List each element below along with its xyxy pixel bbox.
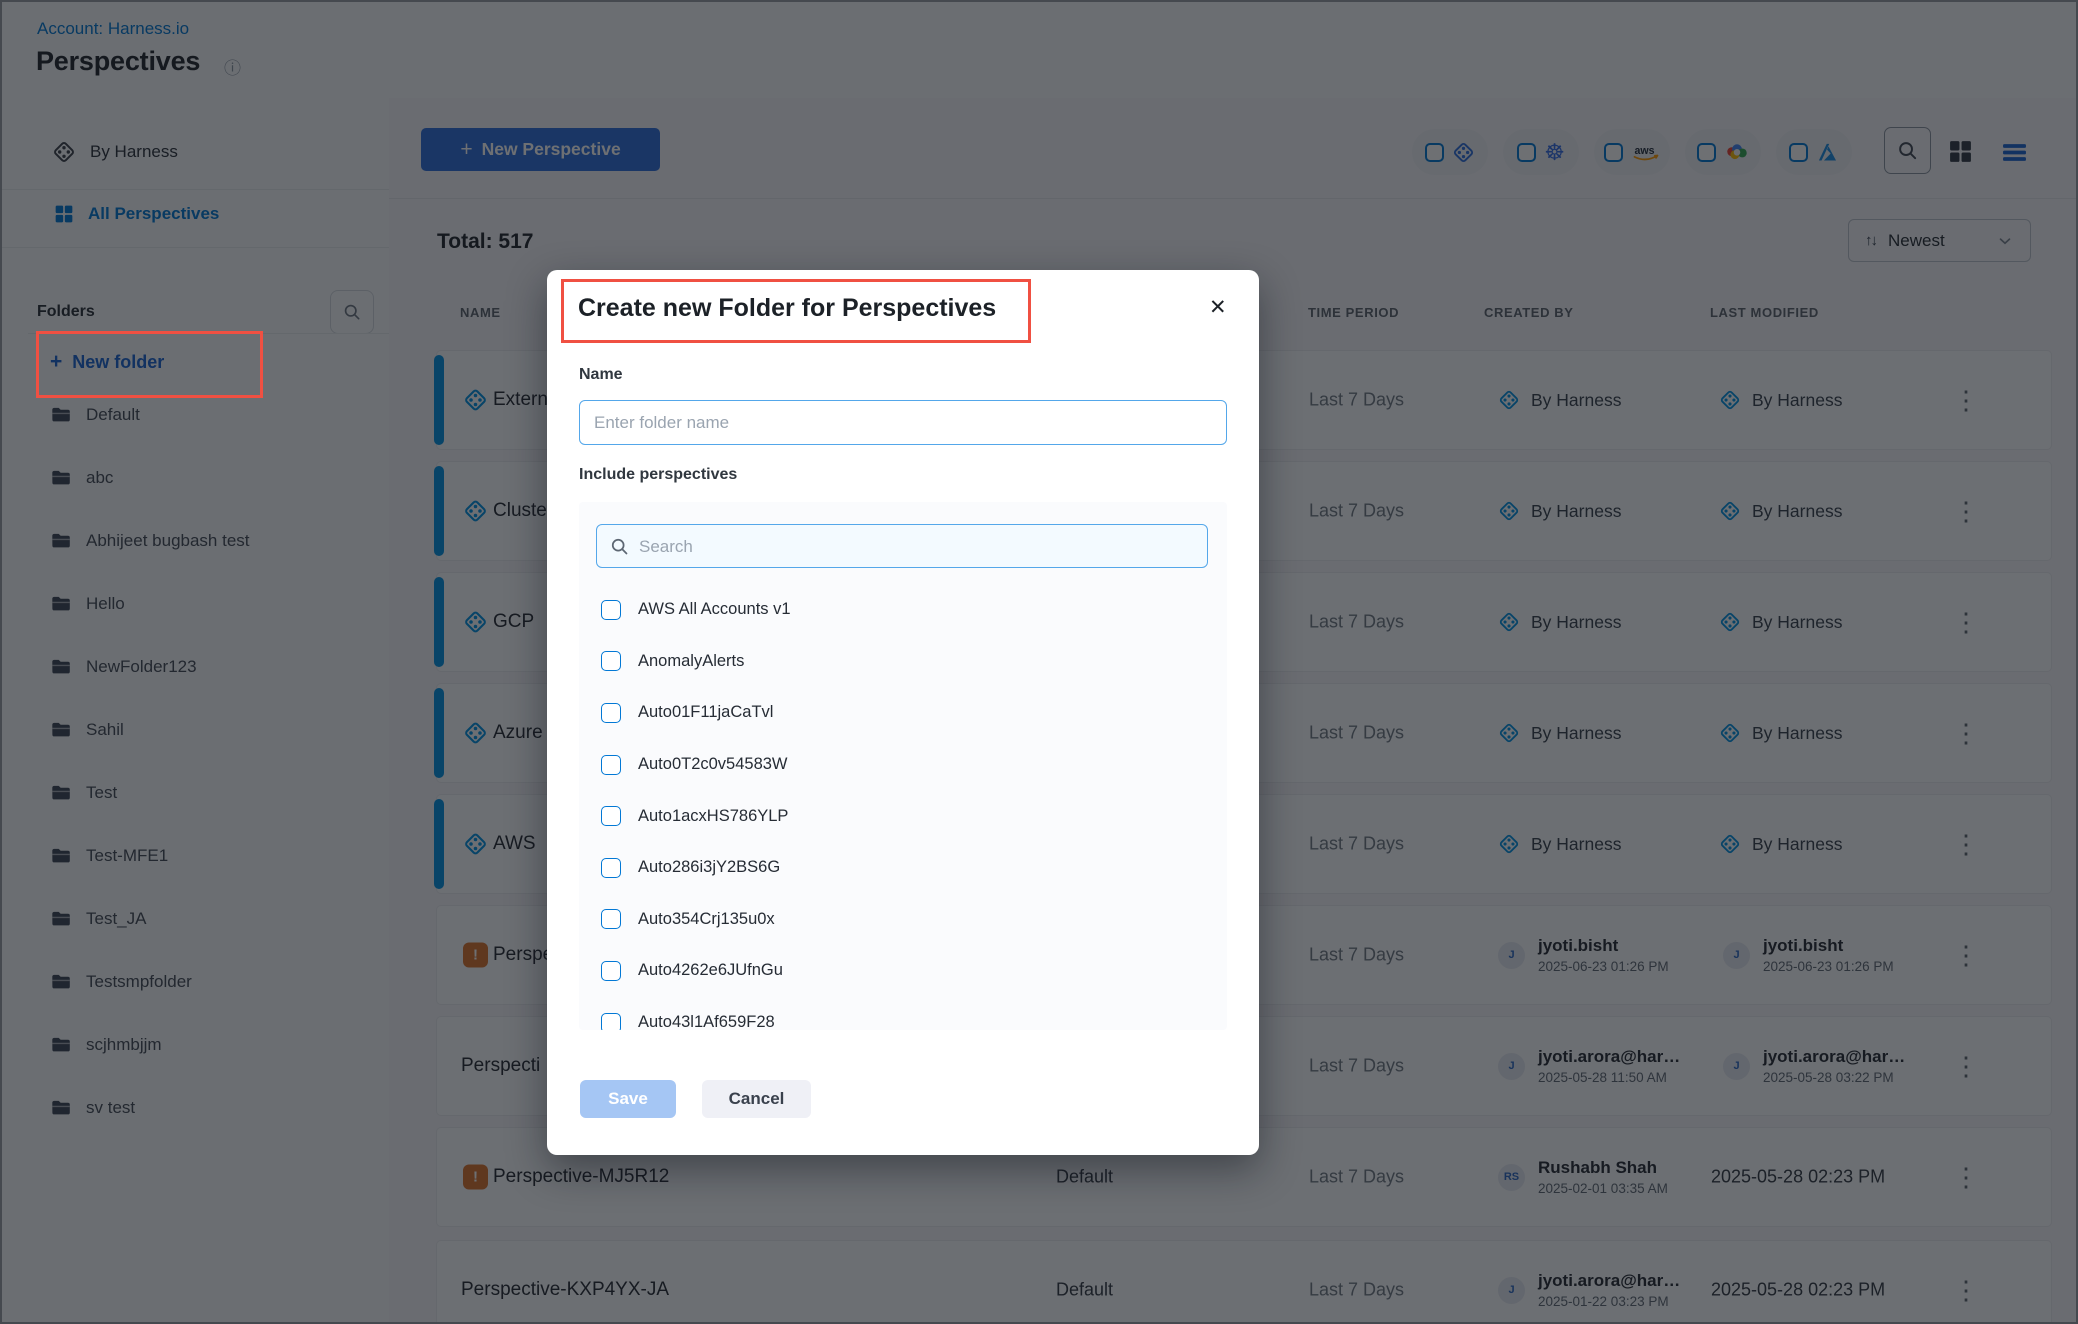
perspective-option-label: AWS All Accounts v1	[638, 600, 791, 619]
perspective-option-label: Auto01F11jaCaTvl	[638, 703, 773, 722]
perspective-option[interactable]: Auto4262e6JUfnGu	[579, 945, 1227, 997]
checkbox[interactable]	[601, 806, 621, 826]
checkbox[interactable]	[601, 703, 621, 723]
perspective-option-label: Auto0T2c0v54583W	[638, 755, 788, 774]
perspectives-checkbox-list: AWS All Accounts v1 AnomalyAlerts Auto01…	[579, 584, 1227, 1030]
perspectives-picker-panel: AWS All Accounts v1 AnomalyAlerts Auto01…	[579, 502, 1227, 1030]
save-button[interactable]: Save	[580, 1080, 676, 1118]
create-folder-modal: Create new Folder for Perspectives ✕ Nam…	[547, 270, 1259, 1155]
close-icon[interactable]: ✕	[1203, 294, 1233, 321]
folder-name-input[interactable]	[579, 400, 1227, 445]
perspective-option[interactable]: Auto43l1Af659F28	[579, 997, 1227, 1030]
perspective-option-label: AnomalyAlerts	[638, 652, 744, 671]
perspective-option-label: Auto43l1Af659F28	[638, 1013, 775, 1030]
perspective-option[interactable]: Auto354Crj135u0x	[579, 894, 1227, 946]
modal-title: Create new Folder for Perspectives	[578, 294, 996, 323]
checkbox[interactable]	[601, 961, 621, 981]
perspectives-page: Account: Harness.io Perspectives ⓘ By Ha…	[0, 0, 2078, 1324]
perspective-option-label: Auto354Crj135u0x	[638, 910, 775, 929]
perspective-option[interactable]: Auto1acxHS786YLP	[579, 790, 1227, 842]
perspective-option-label: Auto1acxHS786YLP	[638, 807, 788, 826]
include-perspectives-label: Include perspectives	[579, 466, 737, 484]
perspective-option[interactable]: AnomalyAlerts	[579, 636, 1227, 688]
checkbox[interactable]	[601, 755, 621, 775]
perspective-search-field	[596, 524, 1208, 568]
perspective-option-label: Auto286i3jY2BS6G	[638, 858, 780, 877]
checkbox[interactable]	[601, 858, 621, 878]
name-label: Name	[579, 366, 623, 384]
perspective-option[interactable]: Auto0T2c0v54583W	[579, 739, 1227, 791]
perspective-option-label: Auto4262e6JUfnGu	[638, 961, 783, 980]
cancel-button[interactable]: Cancel	[702, 1080, 811, 1118]
checkbox[interactable]	[601, 1013, 621, 1030]
perspective-option[interactable]: Auto286i3jY2BS6G	[579, 842, 1227, 894]
perspective-option[interactable]: AWS All Accounts v1	[579, 584, 1227, 636]
perspective-search-input[interactable]	[637, 525, 1191, 569]
checkbox[interactable]	[601, 909, 621, 929]
perspective-option[interactable]: Auto01F11jaCaTvl	[579, 687, 1227, 739]
checkbox[interactable]	[601, 600, 621, 620]
search-icon	[609, 536, 630, 557]
checkbox[interactable]	[601, 651, 621, 671]
